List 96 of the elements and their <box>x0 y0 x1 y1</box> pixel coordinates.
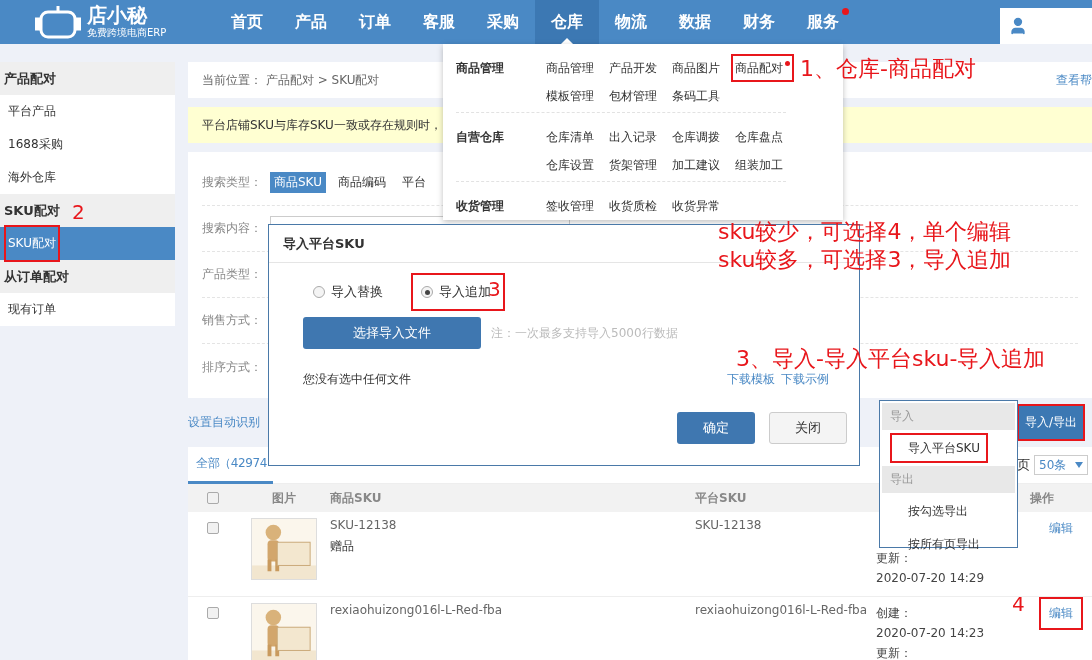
menu-section-title: 收货管理 <box>456 198 505 215</box>
menu-item[interactable]: 导入平台SKU <box>890 433 988 463</box>
filter-label: 产品类型： <box>202 266 262 283</box>
column-header: 商品SKU <box>330 489 383 507</box>
menu-item[interactable]: 收货质检 <box>605 192 668 220</box>
radio-button[interactable] <box>313 286 325 298</box>
menu-group-title: 导出 <box>882 466 1015 493</box>
time-text: 更新： <box>876 550 912 567</box>
logo-name: 店小秘 <box>87 4 149 26</box>
annotation-text: 4 <box>1012 594 1025 614</box>
menu-item[interactable]: 条码工具 <box>668 82 731 110</box>
filter-option[interactable]: 商品SKU <box>270 172 326 193</box>
user-box[interactable] <box>1000 8 1092 44</box>
menu-item[interactable]: 签收管理 <box>542 192 605 220</box>
sidebar-item-label: 平台产品 <box>7 103 57 120</box>
page-size-select[interactable]: 50条 <box>1034 455 1088 475</box>
row-checkbox[interactable] <box>206 607 219 619</box>
radio-option[interactable]: 导入替换 <box>303 273 397 311</box>
menu-item[interactable]: 组装加工 <box>731 151 794 179</box>
sidebar-group-title: 产品配对 <box>0 62 175 95</box>
nav-item[interactable]: 仓库 <box>535 0 599 44</box>
annotation-text: 1、仓库-商品配对 <box>800 58 976 80</box>
nav-item[interactable]: 物流 <box>599 0 663 44</box>
radio-label: 导入追加 <box>439 284 491 301</box>
menu-item[interactable]: 加工建议 <box>668 151 731 179</box>
menu-item[interactable]: 产品开发 <box>605 54 668 82</box>
edit-link[interactable]: 编辑 <box>1039 597 1083 630</box>
nav-item[interactable]: 财务 <box>727 0 791 44</box>
menu-item[interactable]: 包材管理 <box>605 82 668 110</box>
filter-label: 排序方式： <box>202 358 262 376</box>
file-status: 您没有选中任何文件 <box>303 371 411 388</box>
download-link[interactable]: 下载模板 <box>727 371 775 388</box>
breadcrumb: 当前位置： 产品配对 > SKU配对 <box>202 71 380 89</box>
filter-label: 搜索内容： <box>202 220 262 237</box>
sidebar-item-label: 现有订单 <box>7 301 57 318</box>
menu-item[interactable]: 收货异常 <box>668 192 731 220</box>
sidebar-item-label: SKU配对 <box>4 225 60 262</box>
sidebar-item[interactable]: 海外仓库 <box>0 161 175 194</box>
confirm-button[interactable]: 确定 <box>677 412 755 444</box>
menu-item[interactable]: 模板管理 <box>542 82 605 110</box>
radio-button[interactable] <box>421 286 433 298</box>
menu-section-title: 自营仓库 <box>456 129 505 146</box>
sidebar-item-label: 1688采购 <box>7 136 64 153</box>
time-text: 2020-07-20 14:23 <box>876 625 985 642</box>
sidebar-item[interactable]: 平台产品 <box>0 95 175 128</box>
filter-label: 销售方式： <box>202 312 262 329</box>
page-label: 页 <box>1017 456 1030 474</box>
nav-item[interactable]: 产品 <box>279 0 343 44</box>
select-all-checkbox[interactable] <box>206 492 219 504</box>
filter-option[interactable]: 商品编码 <box>333 172 390 193</box>
edit-link[interactable]: 编辑 <box>1039 512 1083 545</box>
column-header: 操作 <box>1030 489 1055 507</box>
nav-item[interactable]: 数据 <box>663 0 727 44</box>
annotation-text: 2 <box>72 202 85 222</box>
import-export-button[interactable]: 导入/导出 <box>1016 404 1085 441</box>
sidebar-group-title: 从订单配对 <box>0 260 175 293</box>
robot-logo-icon <box>35 4 81 40</box>
filter-option[interactable]: 平台 <box>397 172 430 193</box>
menu-item[interactable]: 商品图片 <box>668 54 731 82</box>
menu-item[interactable]: 按勾选导出 <box>890 496 976 526</box>
menu-item[interactable]: 货架管理 <box>605 151 668 179</box>
platform-sku-cell-text: rexiaohuizong016l-L-Red-fba <box>695 603 869 617</box>
menu-group-title: 导入 <box>882 403 1015 430</box>
menu-item[interactable]: 商品配对 <box>731 54 794 82</box>
download-link[interactable]: 下载示例 <box>781 371 829 388</box>
platform-sku-cell-text: SKU-12138 <box>695 518 763 532</box>
sidebar-item[interactable]: 1688采购 <box>0 128 175 161</box>
dropdown-arrow-icon <box>1075 462 1083 468</box>
nav-item[interactable]: 客服 <box>407 0 471 44</box>
nav-item[interactable]: 首页 <box>215 0 279 44</box>
time-text: 更新： <box>876 645 912 660</box>
filter-label: 搜索类型： <box>202 174 262 191</box>
row-checkbox[interactable] <box>206 522 219 534</box>
nav-item[interactable]: 订单 <box>343 0 407 44</box>
nav-item[interactable]: 服务 <box>791 0 855 44</box>
menu-item[interactable]: 仓库设置 <box>542 151 605 179</box>
menu-section-title: 商品管理 <box>456 60 505 77</box>
user-icon <box>1008 16 1028 36</box>
time-text: 2020-07-20 14:29 <box>876 570 985 587</box>
sku-cell-text: SKU-12138 <box>330 518 398 532</box>
sidebar-item[interactable]: 现有订单 <box>0 293 175 326</box>
dialog-title: 导入平台SKU <box>283 234 365 253</box>
close-button[interactable]: 关闭 <box>769 412 847 444</box>
column-header: 图片 <box>270 489 297 507</box>
sidebar-item-label: 海外仓库 <box>7 169 57 186</box>
sku-tag: 赠品 <box>330 538 695 555</box>
sidebar-item[interactable]: SKU配对 <box>0 227 175 260</box>
nav-item[interactable]: 采购 <box>471 0 535 44</box>
help-link[interactable]: 查看帮 <box>1056 71 1092 89</box>
choose-file-button[interactable]: 选择导入文件 <box>303 317 481 349</box>
column-header: 平台SKU <box>695 489 748 507</box>
radio-label: 导入替换 <box>331 283 383 301</box>
logo-tagline: 免费跨境电商ERP <box>87 26 167 40</box>
time-text: 创建： <box>876 605 912 622</box>
menu-item[interactable]: 商品管理 <box>542 54 605 82</box>
sku-cell-text: rexiaohuizong016l-L-Red-fba <box>330 603 504 617</box>
